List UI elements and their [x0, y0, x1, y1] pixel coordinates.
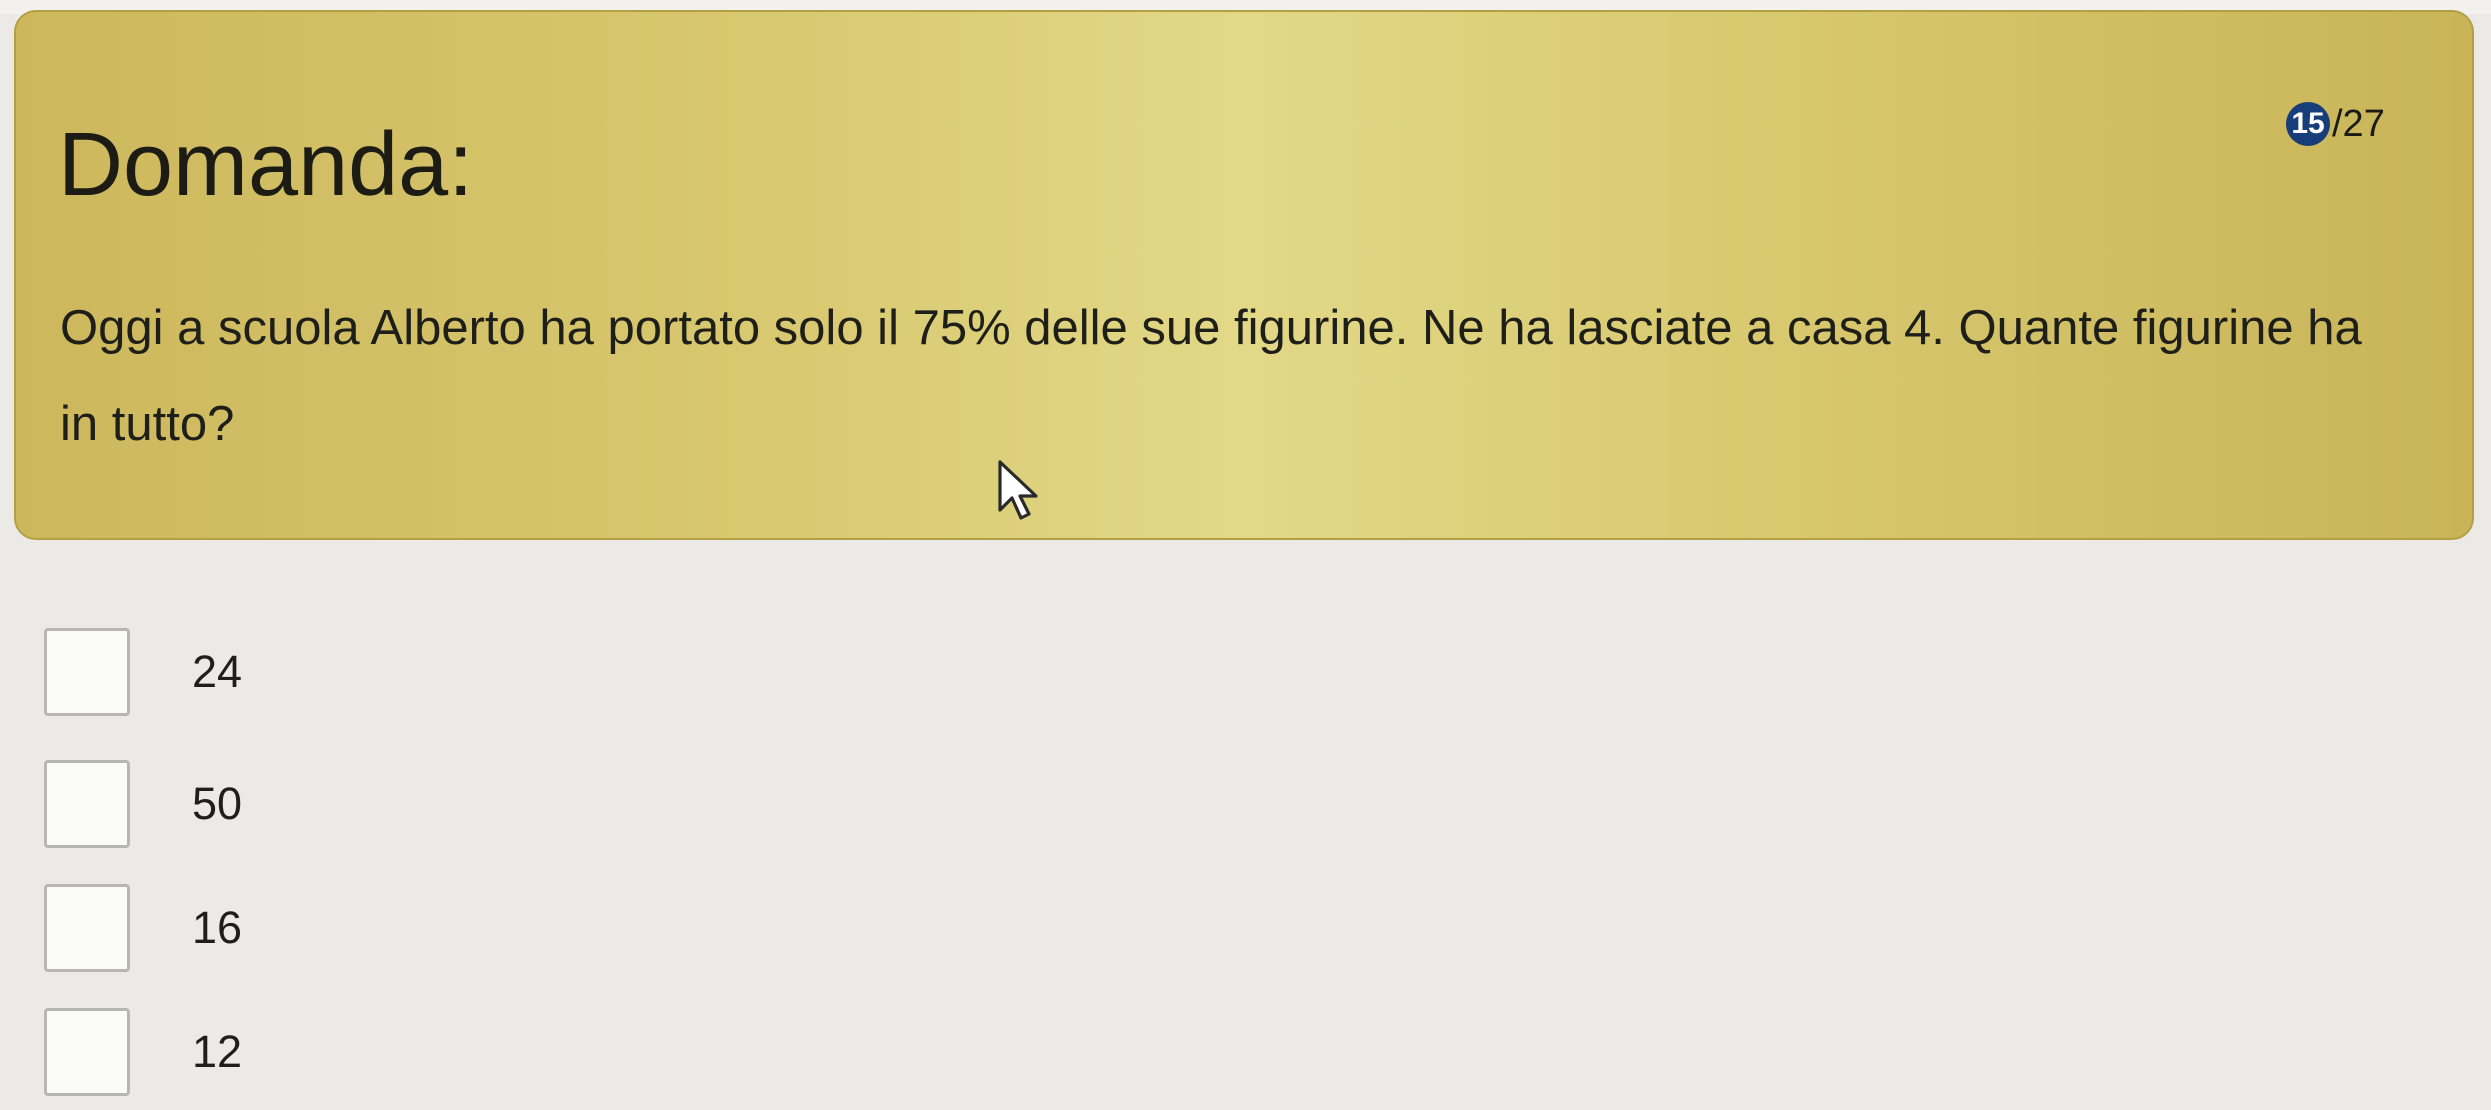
answer-option-12[interactable]: 12: [44, 1002, 242, 1102]
question-counter: 15 /27: [2286, 102, 2385, 146]
answer-label: 50: [192, 778, 243, 829]
answer-option-24[interactable]: 24: [44, 622, 242, 722]
answer-label: 12: [192, 1026, 243, 1077]
answer-checkbox[interactable]: [44, 884, 130, 972]
answer-label: 16: [192, 902, 243, 953]
current-question-badge: 15: [2286, 102, 2330, 146]
total-questions: /27: [2332, 102, 2385, 145]
answer-checkbox[interactable]: [44, 760, 130, 848]
question-text: Oggi a scuola Alberto ha portato solo il…: [60, 301, 2362, 451]
question-panel: Domanda: 15 /27 Oggi a scuola Alberto ha…: [14, 10, 2474, 540]
question-title: Domanda:: [58, 115, 474, 215]
answer-option-16[interactable]: 16: [44, 878, 242, 978]
answer-option-50[interactable]: 50: [44, 754, 242, 854]
mouse-pointer-icon: [998, 460, 1038, 520]
answer-label: 24: [192, 646, 243, 697]
answer-checkbox[interactable]: [44, 628, 130, 716]
answer-checkbox[interactable]: [44, 1008, 130, 1096]
